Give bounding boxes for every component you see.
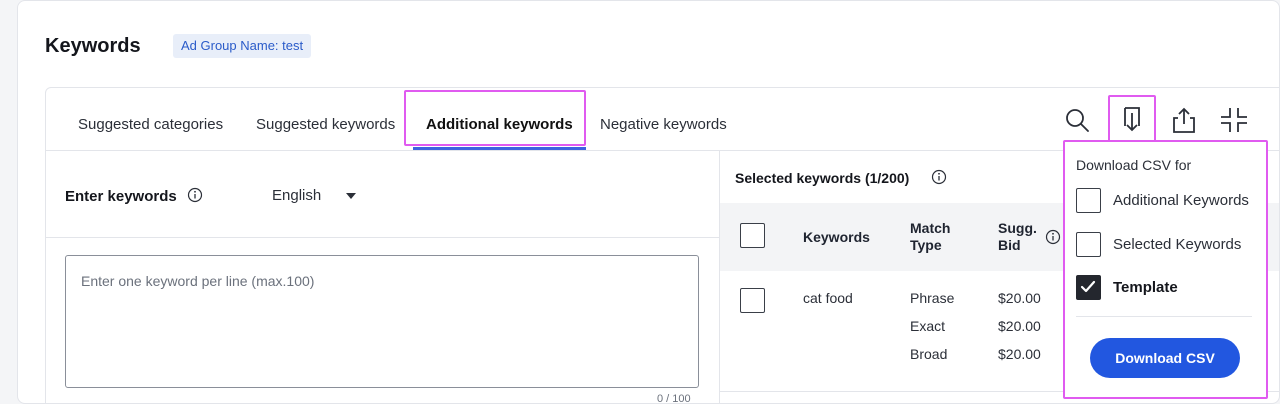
match-type-cell: Broad xyxy=(910,346,948,362)
info-icon[interactable] xyxy=(1045,229,1061,250)
checkbox-checked[interactable] xyxy=(1076,274,1101,300)
selected-keywords-label: Selected keywords (1/200) xyxy=(735,170,910,186)
sugg-bid-cell: $20.00 xyxy=(998,346,1041,362)
search-icon[interactable] xyxy=(1057,102,1097,138)
row-checkbox[interactable] xyxy=(740,288,765,313)
option-template[interactable]: Template xyxy=(1076,273,1178,301)
checkbox[interactable] xyxy=(1076,231,1101,257)
highlight-box-download xyxy=(1108,95,1156,142)
option-additional-keywords[interactable]: Additional Keywords xyxy=(1076,186,1249,214)
character-counter: 0 / 100 xyxy=(657,393,691,404)
highlight-box-tab xyxy=(404,90,586,146)
page-title: Keywords xyxy=(45,35,141,57)
match-type-cell: Phrase xyxy=(910,290,955,306)
option-selected-keywords[interactable]: Selected Keywords xyxy=(1076,230,1241,258)
column-keywords: Keywords xyxy=(803,229,870,245)
tab-suggested-keywords[interactable]: Suggested keywords xyxy=(256,116,395,133)
column-match-type: Match Type xyxy=(910,220,951,253)
sugg-bid-cell: $20.00 xyxy=(998,318,1041,334)
info-icon[interactable] xyxy=(187,187,203,208)
enter-keywords-pane: Enter keywords English 0 / 100 xyxy=(46,151,719,404)
download-csv-menu: Download CSV for Additional Keywords Sel… xyxy=(1063,140,1268,399)
option-label: Additional Keywords xyxy=(1113,191,1249,209)
section-divider xyxy=(46,237,719,238)
column-sugg-bid: Sugg. Bid xyxy=(998,220,1037,253)
collapse-icon[interactable] xyxy=(1214,102,1254,138)
tab-suggested-categories[interactable]: Suggested categories xyxy=(78,116,223,133)
sugg-bid-cell: $20.00 xyxy=(998,290,1041,306)
info-icon[interactable] xyxy=(931,169,947,190)
ad-group-badge: Ad Group Name: test xyxy=(173,34,312,58)
check-icon xyxy=(1080,280,1096,292)
match-type-cell: Exact xyxy=(910,318,946,334)
language-select[interactable]: English xyxy=(272,187,321,204)
checkbox[interactable] xyxy=(1076,187,1101,213)
option-label: Template xyxy=(1113,278,1178,296)
download-csv-button[interactable]: Download CSV xyxy=(1090,338,1240,378)
enter-keywords-label: Enter keywords xyxy=(65,188,177,205)
tab-negative-keywords[interactable]: Negative keywords xyxy=(600,116,727,133)
keywords-textarea[interactable] xyxy=(65,255,699,388)
option-label: Selected Keywords xyxy=(1113,235,1242,253)
download-menu-heading: Download CSV for xyxy=(1076,157,1192,173)
select-all-checkbox[interactable] xyxy=(740,223,765,248)
caret-down-icon[interactable] xyxy=(346,193,356,199)
share-icon[interactable] xyxy=(1164,102,1204,138)
menu-divider xyxy=(1076,316,1252,317)
keyword-cell: cat food xyxy=(803,290,853,306)
